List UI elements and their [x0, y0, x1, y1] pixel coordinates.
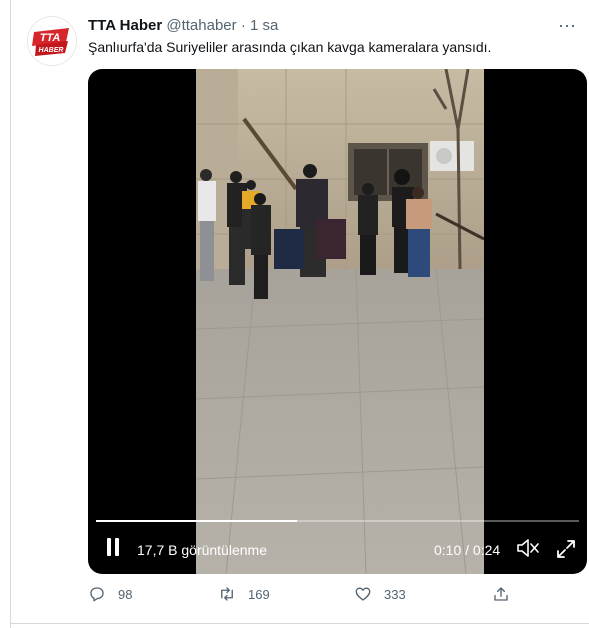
video-progress-bar[interactable] [96, 520, 579, 522]
video-frame [196, 69, 484, 574]
reply-count: 98 [118, 586, 133, 602]
tweet-text: Şanlıurfa'da Suriyeliler arasında çıkan … [88, 39, 492, 55]
video-timecode: 0:10 / 0:24 [434, 542, 501, 558]
author-name[interactable]: TTA Haber [88, 17, 162, 34]
tweet-time[interactable]: 1 sa [250, 17, 278, 34]
view-count: 17,7 B görüntülenme [137, 542, 267, 558]
separator-dot: · [240, 17, 246, 34]
avatar[interactable]: TTA HABER [27, 16, 77, 66]
like-icon [355, 587, 371, 601]
video-controls: 17,7 B görüntülenme 0:10 / 0:24 [88, 531, 587, 565]
tta-haber-logo: TTA HABER [28, 17, 76, 65]
video-progress-fill [96, 520, 298, 522]
reply-button[interactable]: 98 [88, 585, 132, 603]
pause-icon[interactable] [106, 538, 120, 556]
reply-icon [90, 587, 104, 602]
timeline-border-left [10, 0, 11, 628]
retweet-icon [221, 587, 233, 601]
share-icon [494, 587, 508, 601]
retweet-button[interactable]: 169 [218, 585, 270, 603]
like-button[interactable]: 333 [354, 585, 406, 603]
tweet-actions: 98 169 333 [88, 585, 568, 609]
retweet-count: 169 [248, 586, 270, 602]
mute-icon[interactable] [516, 538, 540, 558]
svg-text:HABER: HABER [39, 47, 64, 54]
svg-text:TTA: TTA [40, 32, 61, 44]
timeline-border-bottom [10, 623, 589, 624]
author-handle[interactable]: @ttahaber [166, 17, 236, 34]
share-button[interactable] [492, 585, 522, 603]
video-player[interactable]: 17,7 B görüntülenme 0:10 / 0:24 [88, 69, 587, 574]
fullscreen-icon[interactable] [555, 538, 577, 560]
more-icon[interactable]: ⋯ [558, 16, 577, 37]
tweet-header: TTA Haber @ttahaber · 1 sa [88, 17, 278, 34]
like-count: 333 [384, 586, 406, 602]
